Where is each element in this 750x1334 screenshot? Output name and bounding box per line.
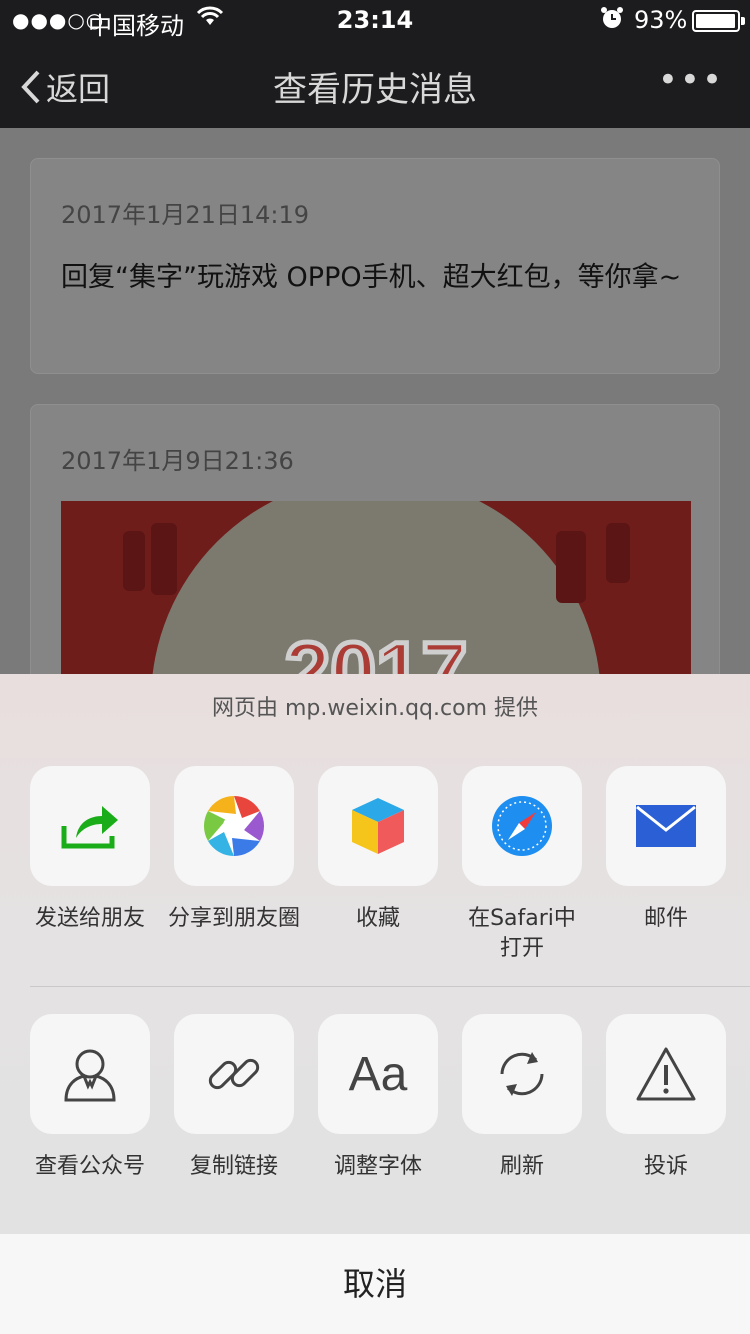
message-history-list: 2017年1月21日14:19 回复“集字”玩游戏 OPPO手机、超大红包，等你… (0, 128, 750, 674)
cancel-button[interactable]: 取消 (0, 1234, 750, 1334)
favorite-label: 收藏 (355, 906, 400, 931)
message-cover-image[interactable]: 2017 (61, 501, 691, 674)
mail-label: 邮件 (643, 906, 688, 931)
share-to-moments-button[interactable]: 分享到朋友圈 (162, 766, 306, 934)
share-arrow-icon (30, 766, 150, 886)
message-text: 回复“集字”玩游戏 OPPO手机、超大红包，等你拿~ (61, 262, 682, 293)
view-official-account-label: 查看公众号 (34, 1154, 145, 1179)
favorite-button[interactable]: 收藏 (306, 766, 450, 934)
font-aa-glyph: Aa (348, 1047, 408, 1101)
open-in-safari-label: 在Safari中打开 (468, 906, 576, 961)
message-date: 2017年1月21日14:19 (61, 201, 310, 229)
battery-percentage: 93% (634, 6, 688, 34)
adjust-font-button[interactable]: Aa 调整字体 (306, 1014, 450, 1182)
copy-link-button[interactable]: 复制链接 (162, 1014, 306, 1182)
share-action-sheet: 网页由 mp.weixin.qq.com 提供 发送给朋友 分享到朋友圈 收藏 … (0, 674, 750, 1334)
cover-year-text: 2017 (285, 626, 467, 674)
message-date: 2017年1月9日21:36 (61, 447, 294, 475)
refresh-button[interactable]: 刷新 (450, 1014, 594, 1182)
safari-compass-icon (462, 766, 582, 886)
warning-icon (606, 1014, 726, 1134)
font-aa-icon: Aa (318, 1014, 438, 1134)
message-card[interactable]: 2017年1月21日14:19 回复“集字”玩游戏 OPPO手机、超大红包，等你… (30, 158, 720, 374)
report-button[interactable]: 投诉 (594, 1014, 738, 1182)
send-to-friend-label: 发送给朋友 (34, 906, 145, 931)
mail-button[interactable]: 邮件 (594, 766, 738, 934)
status-bar: ●●●○○ 中国移动 23:14 93% (0, 0, 750, 40)
link-icon (174, 1014, 294, 1134)
official-account-icon (30, 1014, 150, 1134)
message-card[interactable]: 2017年1月9日21:36 2017 (30, 404, 720, 674)
report-label: 投诉 (643, 1154, 688, 1179)
copy-link-label: 复制链接 (189, 1154, 278, 1179)
sheet-divider (30, 986, 750, 987)
alarm-icon (600, 6, 624, 36)
favorites-cube-icon (318, 766, 438, 886)
more-button[interactable]: ••• (658, 60, 724, 100)
navigation-bar: 返回 查看历史消息 ••• (0, 40, 750, 128)
adjust-font-label: 调整字体 (333, 1154, 422, 1179)
open-in-safari-button[interactable]: 在Safari中打开 (450, 766, 594, 964)
page-provider-text: 网页由 mp.weixin.qq.com 提供 (212, 696, 538, 721)
refresh-label: 刷新 (499, 1154, 544, 1179)
battery-icon (692, 10, 745, 32)
page-title: 查看历史消息 (273, 70, 477, 110)
send-to-friend-button[interactable]: 发送给朋友 (18, 766, 162, 934)
share-to-moments-label: 分享到朋友圈 (167, 906, 300, 931)
moments-aperture-icon (174, 766, 294, 886)
mail-envelope-icon (606, 766, 726, 886)
view-official-account-button[interactable]: 查看公众号 (18, 1014, 162, 1182)
refresh-icon (462, 1014, 582, 1134)
